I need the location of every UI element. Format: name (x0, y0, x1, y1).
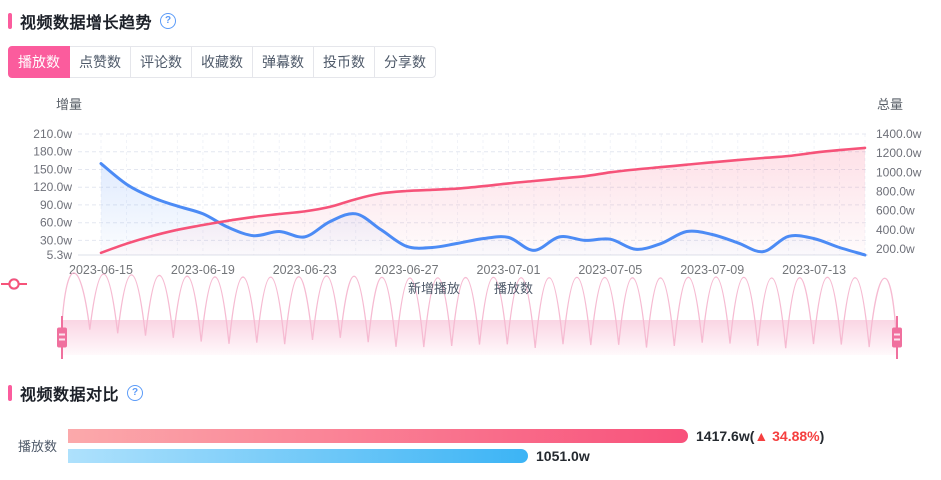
compare-value: 1051.0w (536, 447, 590, 464)
chart-legend: 新增播放 播放数 (0, 278, 941, 297)
x-axis-ticks: 2023-06-15 2023-06-19 2023-06-23 2023-06-27… (69, 263, 846, 277)
left-axis-ticks: 210.0w 180.0w 150.0w 120.0w 90.0w 60.0w 30.0w5… (33, 127, 72, 262)
metric-tab-6[interactable]: 分享数 (374, 46, 436, 78)
compare-chart: 播放数 1417.6w(▲ 34.88%) 1051.0w (0, 427, 941, 464)
growth-chart-svg: 增量 总量 210.0w 180.0w 150.0w 120.0w 90.0w 60.0w 30… (33, 97, 922, 359)
growth-section-header: 视频数据增长趋势 ? (8, 10, 941, 32)
right-axis-name: 总量 (877, 97, 903, 112)
legend-marker-icon (1, 278, 27, 290)
svg-text:1400.0w: 1400.0w (876, 127, 922, 141)
metric-tab-5[interactable]: 投币数 (313, 46, 375, 78)
growth-chart: 增量 总量 210.0w 180.0w 150.0w 120.0w 90.0w 60.0w 30… (0, 92, 941, 364)
title-accent-bar (8, 385, 12, 401)
svg-text:2023-07-01: 2023-07-01 (477, 263, 541, 277)
svg-text:1000.0w: 1000.0w (876, 165, 922, 179)
compare-section-title: 视频数据对比 (20, 387, 120, 404)
metric-tab-4[interactable]: 弹幕数 (252, 46, 314, 78)
metric-tab-0[interactable]: 播放数 (8, 46, 70, 78)
svg-text:180.0w: 180.0w (33, 145, 72, 159)
compare-bar-value-current: 1417.6w(▲ 34.88%) (696, 427, 825, 444)
growth-section-title: 视频数据增长趋势 (20, 15, 153, 32)
metric-tabs: 播放数 点赞数 评论数 收藏数 弹幕数 投币数 分享数 (8, 46, 436, 78)
page: 视频数据增长趋势 ? 播放数 点赞数 评论数 收藏数 弹幕数 投币数 分享数 增量 总量 210… (0, 10, 941, 480)
metric-tab-1[interactable]: 点赞数 (69, 46, 131, 78)
help-icon[interactable]: ? (160, 13, 177, 29)
svg-text:1200.0w: 1200.0w (876, 146, 922, 160)
svg-text:210.0w: 210.0w (33, 127, 72, 141)
compare-bar-current (68, 428, 688, 443)
compare-bar-row-previous: 1051.0w (68, 448, 824, 464)
legend-item-1[interactable]: 播放数 (1, 278, 534, 297)
svg-text:2023-07-09: 2023-07-09 (680, 263, 744, 277)
title-accent-bar (8, 13, 12, 29)
left-axis-name: 增量 (56, 97, 82, 112)
svg-text:150.0w: 150.0w (33, 163, 72, 177)
compare-bars: 1417.6w(▲ 34.88%) 1051.0w (68, 427, 825, 464)
svg-text:600.0w: 600.0w (876, 204, 915, 218)
compare-section-header: 视频数据对比 ? (8, 382, 941, 404)
legend-item-0[interactable]: 新增播放 (1, 278, 460, 297)
compare-delta: ▲ 34.88% (754, 427, 820, 444)
svg-text:2023-07-05: 2023-07-05 (578, 263, 642, 277)
svg-text:60.0w: 60.0w (40, 216, 72, 230)
svg-text:90.0w: 90.0w (40, 198, 72, 212)
svg-text:120.0w: 120.0w (33, 180, 72, 194)
compare-bar-previous (68, 448, 528, 463)
compare-bar-value-previous: 1051.0w (536, 448, 590, 464)
legend-label: 播放数 (494, 281, 534, 296)
svg-text:2023-06-19: 2023-06-19 (171, 263, 235, 277)
svg-text:400.0w: 400.0w (876, 223, 915, 237)
svg-text:5.3w: 5.3w (47, 248, 73, 262)
compare-bar-row-current: 1417.6w(▲ 34.88%) (68, 427, 825, 444)
compare-row-label: 播放数 (18, 439, 58, 454)
legend-label: 新增播放 (407, 281, 460, 296)
metric-tab-2[interactable]: 评论数 (130, 46, 192, 78)
right-axis-ticks: 1400.0w 1200.0w 1000.0w 800.0w 600.0w 400.0w 2… (876, 127, 922, 256)
svg-text:2023-06-27: 2023-06-27 (375, 263, 439, 277)
svg-text:200.0w: 200.0w (876, 242, 915, 256)
metric-tab-3[interactable]: 收藏数 (191, 46, 253, 78)
datazoom-track[interactable] (62, 320, 897, 355)
svg-text:800.0w: 800.0w (876, 185, 915, 199)
compare-value: 1417.6w( (696, 427, 755, 444)
svg-text:2023-06-15: 2023-06-15 (69, 263, 133, 277)
svg-text:2023-07-13: 2023-07-13 (782, 263, 846, 277)
svg-text:30.0w: 30.0w (40, 233, 72, 247)
svg-text:2023-06-23: 2023-06-23 (273, 263, 337, 277)
help-icon[interactable]: ? (127, 385, 144, 401)
